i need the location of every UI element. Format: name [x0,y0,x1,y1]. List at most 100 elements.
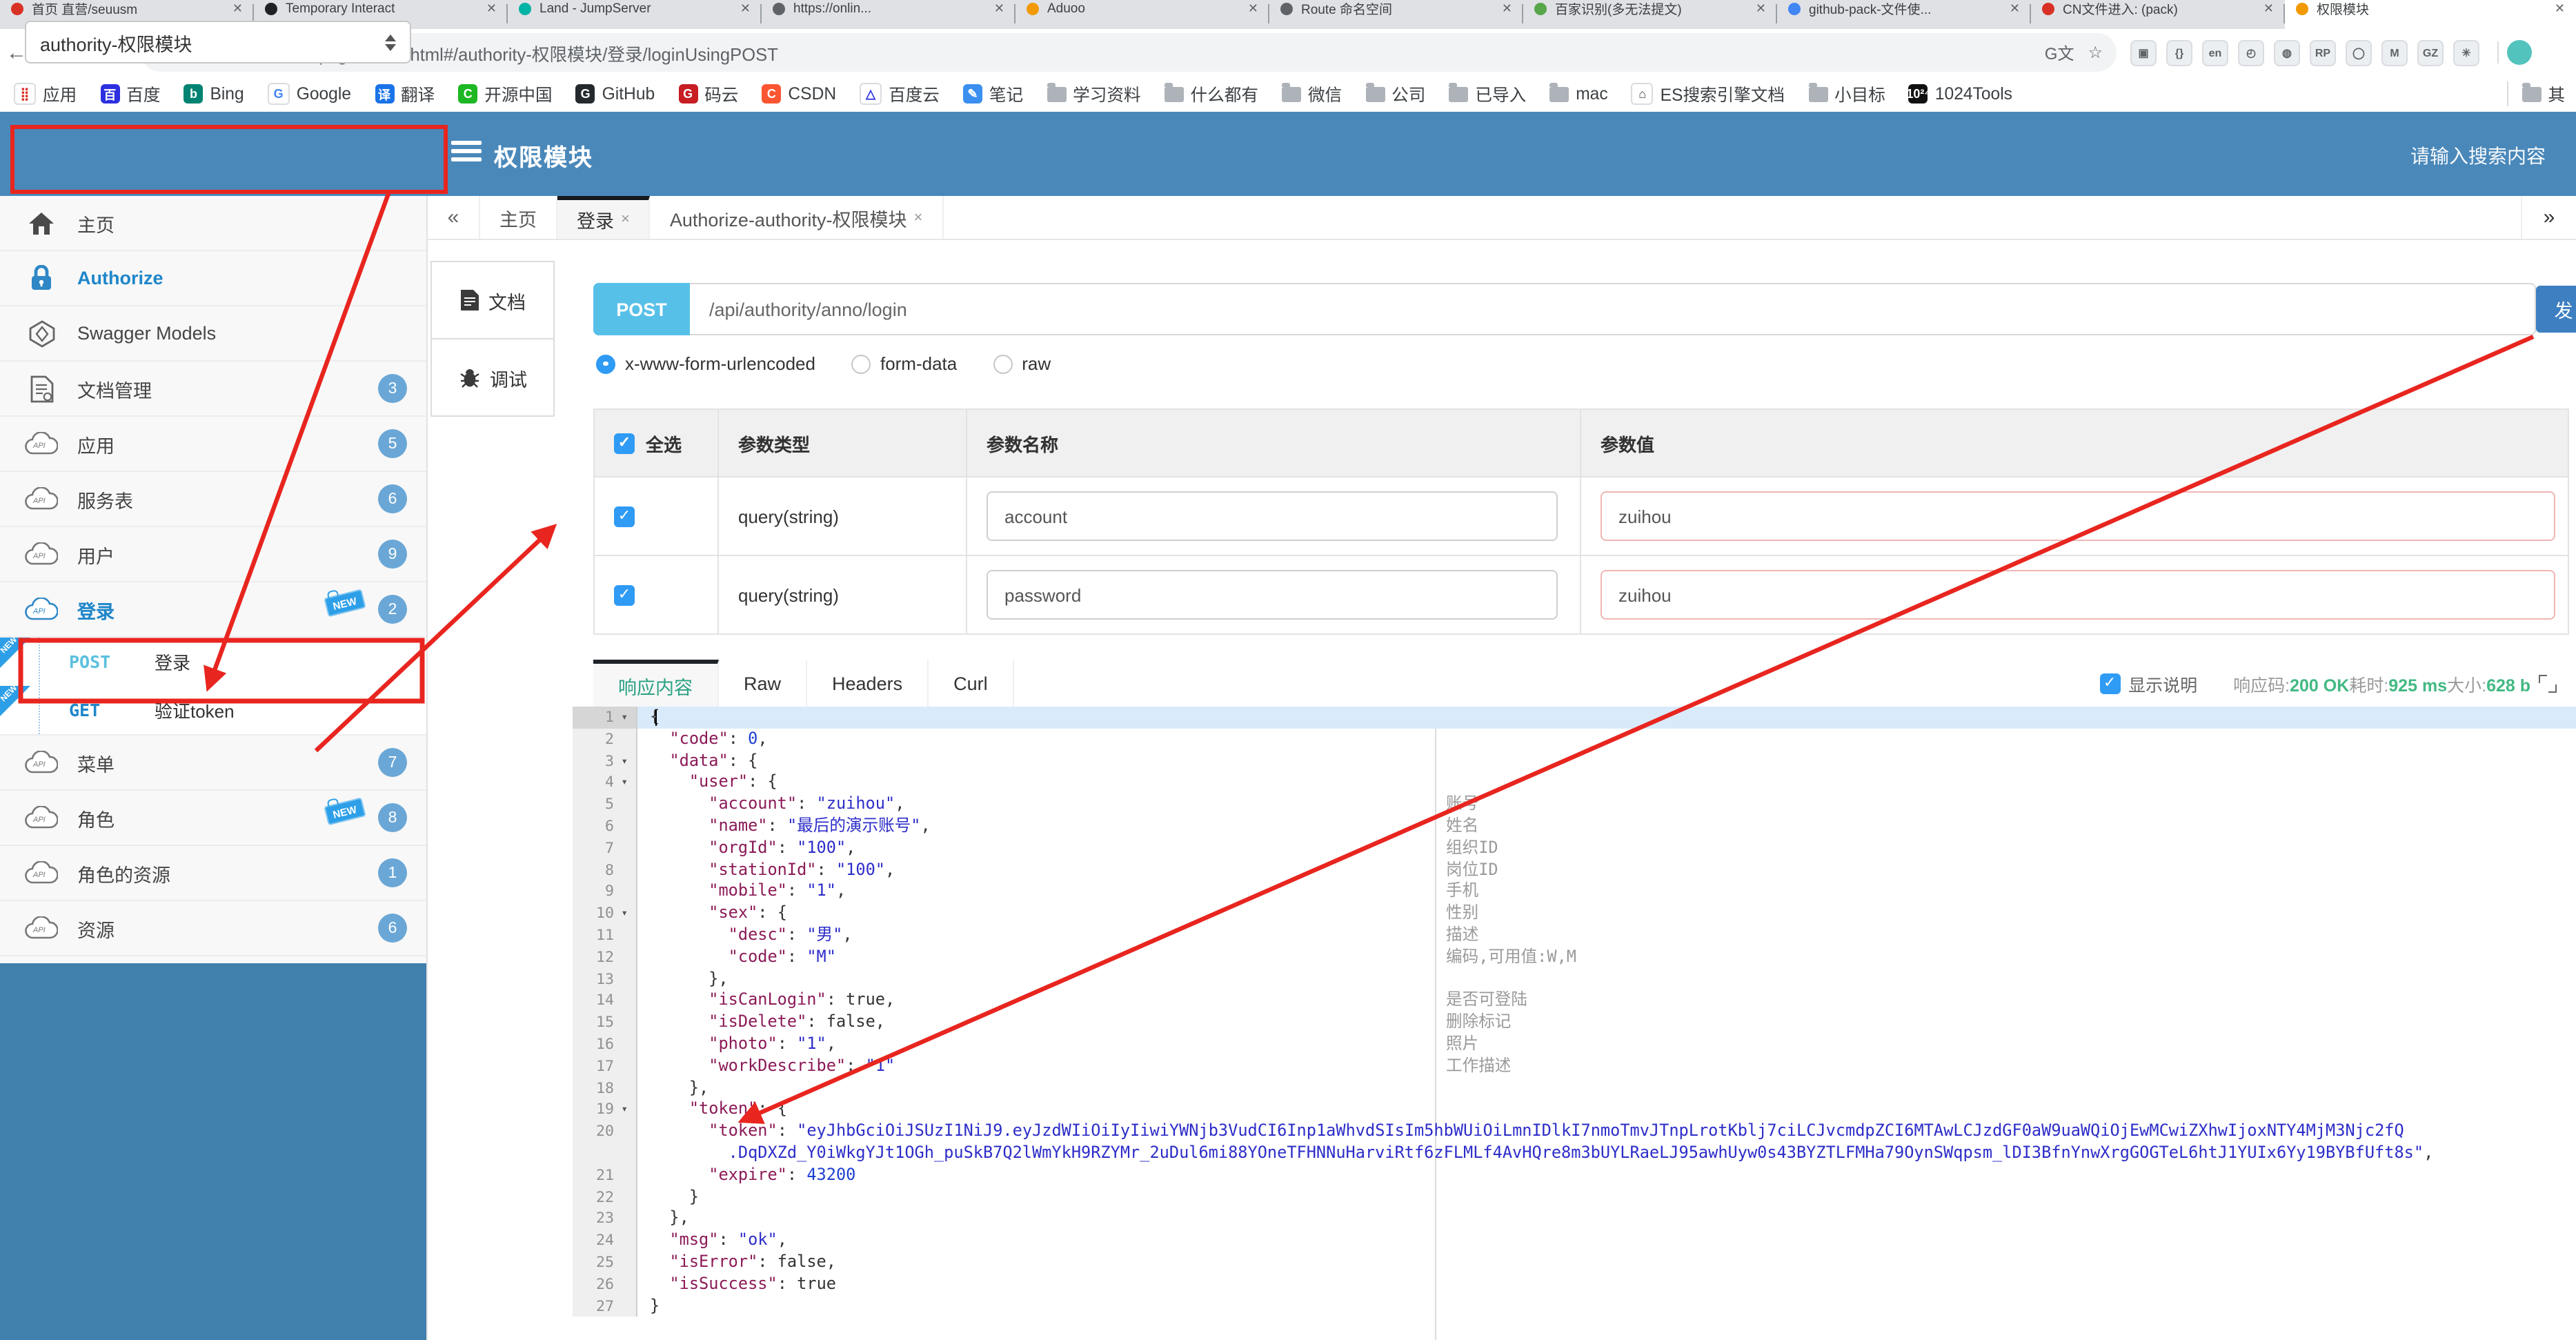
extension-icon[interactable]: {} [2166,39,2192,66]
gutter-cell[interactable]: 19 ▾ [573,1098,637,1121]
param-value-input[interactable]: zuihou [1601,491,2555,541]
extension-icon[interactable]: ◍ [2274,39,2300,66]
gutter-cell[interactable]: 25 [573,1251,637,1274]
gutter-cell[interactable]: 9 [573,880,637,903]
close-icon[interactable]: × [914,209,923,226]
bookmark-item[interactable]: G Google [267,83,351,105]
bookmark-item[interactable]: 百百度 [100,81,160,106]
bookmark-item[interactable]: b Bing [184,84,244,104]
doc-tab-主页[interactable]: 主页 [480,196,557,239]
gutter-cell[interactable]: 13 [573,968,637,990]
endpoint-path[interactable]: /api/authority/anno/login [690,283,2536,335]
gutter-cell[interactable]: 20 [573,1121,637,1143]
gutter-cell[interactable]: 18 [573,1077,637,1099]
extension-icon[interactable]: ▣ [2130,39,2157,66]
fold-icon[interactable]: ▾ [617,707,628,729]
gutter-cell[interactable]: 3 ▾ [573,750,637,772]
gutter-cell[interactable]: 24 [573,1230,637,1252]
bookmark-item[interactable]: 公司 [1365,81,1425,106]
sidebar-item-资源[interactable]: API 资源 6 [0,901,426,956]
gutter-cell[interactable]: 16 [573,1033,637,1056]
body-mode-radio[interactable]: raw [993,353,1051,374]
bookmark-item[interactable]: △ 百度云 [860,81,940,106]
gutter-cell[interactable]: 8 [573,859,637,881]
tabbar-expand[interactable]: » [2521,196,2576,239]
module-select[interactable]: authority-权限模块 [25,21,411,63]
gutter-cell[interactable]: 12 [573,946,637,969]
sidebar-item-菜单[interactable]: API 菜单 7 [0,736,426,791]
gutter-cell[interactable]: 23 [573,1208,637,1230]
tab-close-icon[interactable]: ✕ [2555,1,2565,16]
param-name-input[interactable]: password [987,570,1558,620]
browser-tab[interactable]: 百家识别(多无法提文) ✕ [1523,0,1777,29]
fold-icon[interactable]: ▾ [617,750,628,772]
sidebar-item-应用[interactable]: API 应用 5 [0,417,426,472]
gutter-cell[interactable] [573,1142,637,1165]
body-mode-radio[interactable]: form-data [851,353,957,374]
gutter-cell[interactable]: 10 ▾ [573,903,637,925]
browser-tab[interactable]: 权限模块 ✕ [2285,0,2576,29]
bookmark-overflow-folder[interactable]: 其 [2506,81,2565,106]
tab-close-icon[interactable]: ✕ [232,1,243,16]
gutter-cell[interactable]: 14 [573,989,637,1012]
header-search-input[interactable]: 请输入搜索内容 [2410,142,2546,170]
doc-tab-登录[interactable]: 登录 × [557,196,651,239]
show-desc-checkbox[interactable] [2099,673,2121,693]
bookmark-item[interactable]: 已导入 [1449,81,1526,106]
select-all-checkbox[interactable] [614,433,635,453]
tab-close-icon[interactable]: ✕ [1756,1,1766,16]
bookmark-item[interactable]: 译翻译 [375,81,435,106]
response-tab-Curl[interactable]: Curl [929,660,1014,707]
response-tab-响应内容[interactable]: 响应内容 [593,660,719,707]
param-checkbox[interactable] [614,506,635,526]
param-checkbox[interactable] [614,584,635,605]
browser-tab[interactable]: Aduoo ✕ [1015,0,1269,29]
fullscreen-icon[interactable] [2539,674,2557,692]
doc-tab-Authorize-authority-权限模块[interactable]: Authorize-authority-权限模块 × [651,196,944,239]
bookmark-item[interactable]: mac [1549,83,1608,104]
extension-icon[interactable]: RP [2310,39,2336,66]
gutter-cell[interactable]: 22 [573,1186,637,1208]
fold-icon[interactable]: ▾ [617,772,628,794]
tab-close-icon[interactable]: ✕ [2010,1,2020,16]
sidebar-item-文档管理[interactable]: 文档管理 3 [0,362,426,417]
gutter-cell[interactable]: 21 [573,1164,637,1187]
extension-icon[interactable]: GZ [2417,39,2444,66]
bookmark-item[interactable]: 小目标 [1808,81,1885,106]
send-button[interactable]: 发 [2536,286,2576,333]
browser-tab[interactable]: CN文件进入: (pack) ✕ [2031,0,2285,29]
browser-tab[interactable]: Route 命名空间 ✕ [1269,0,1523,29]
gutter-cell[interactable]: 6 [573,815,637,838]
profile-avatar[interactable] [2507,40,2532,65]
tab-close-icon[interactable]: ✕ [486,1,497,16]
tab-close-icon[interactable]: ✕ [2263,1,2274,16]
bookmark-star-icon[interactable]: ☆ [2088,43,2103,62]
extension-icon[interactable]: ◴ [2238,39,2264,66]
extension-icon[interactable]: ✳ [2453,39,2479,66]
tab-close-icon[interactable]: ✕ [740,1,751,16]
browser-tab[interactable]: https://onlin... ✕ [762,0,1015,29]
bookmark-item[interactable]: ✎ 笔记 [962,81,1023,106]
sidebar-item-主页[interactable]: 主页 [0,196,426,251]
sidebar-item-登录[interactable]: API 登录 NEW 2 [0,582,426,638]
side-tab-文档[interactable]: 文档 [430,261,555,339]
sidebar-endpoint-验证token[interactable]: NEW GET 验证token [0,684,426,734]
browser-tab[interactable]: Land - JumpServer ✕ [508,0,762,29]
gutter-cell[interactable]: 15 [573,1012,637,1034]
extension-icon[interactable]: en [2202,39,2228,66]
tab-close-icon[interactable]: ✕ [1502,1,1512,16]
bookmark-item[interactable]: C 开源中国 [458,81,553,106]
gutter-cell[interactable]: 4 ▾ [573,771,637,794]
sidebar-item-Authorize[interactable]: Authorize [0,251,426,306]
gutter-cell[interactable]: 27 [573,1295,637,1317]
tab-close-icon[interactable]: ✕ [1248,1,1258,16]
fold-icon[interactable]: ▾ [617,1099,628,1121]
sidebar-item-Swagger Models[interactable]: Swagger Models [0,306,426,362]
sidebar-endpoint-登录[interactable]: NEW POST 登录 [0,636,426,686]
response-tab-Raw[interactable]: Raw [719,660,808,707]
sidebar-item-角色[interactable]: API 角色 NEW 8 [0,791,426,846]
bookmark-item[interactable]: G GitHub [575,84,655,104]
bookmark-item[interactable]: 10²⁴ 1024Tools [1906,84,2012,104]
bookmark-item[interactable]: ⣿ 应用 [14,81,77,106]
side-tab-调试[interactable]: 调试 [430,338,555,417]
